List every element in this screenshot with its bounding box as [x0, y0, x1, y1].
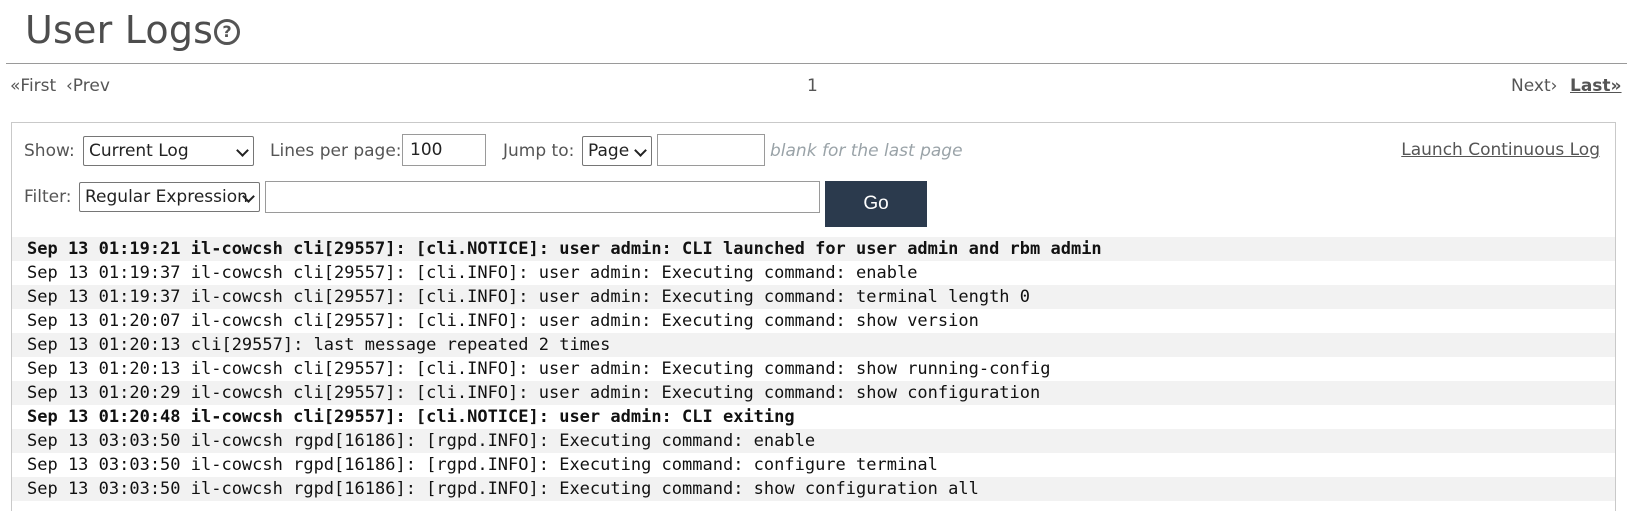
- filter-type-select[interactable]: Regular Expression: [79, 182, 260, 212]
- lines-per-page-input[interactable]: 100: [402, 134, 486, 166]
- pager-first-link[interactable]: «First: [10, 76, 56, 96]
- go-button[interactable]: Go: [825, 181, 927, 227]
- pager-next-link[interactable]: Next›: [1511, 76, 1557, 96]
- log-line: Sep 13 03:03:50 il-cowcsh rgpd[16186]: […: [27, 455, 938, 475]
- chevron-down-icon: [236, 144, 249, 157]
- filter-label: Filter:: [24, 187, 72, 207]
- log-line: Sep 13 01:20:29 il-cowcsh cli[29557]: [c…: [12, 381, 1615, 405]
- log-list: Sep 13 01:19:21 il-cowcsh cli[29557]: [c…: [12, 237, 1615, 501]
- jump-hint: blank for the last page: [770, 141, 963, 161]
- log-line: Sep 13 01:19:21 il-cowcsh cli[29557]: [c…: [12, 237, 1615, 261]
- filter-type-value: Regular Expression: [85, 187, 248, 207]
- page-header: User Logs ?: [6, 0, 1627, 64]
- lines-per-page-label: Lines per page:: [270, 141, 402, 161]
- jump-type-value: Page: [588, 141, 630, 161]
- launch-continuous-log-link[interactable]: Launch Continuous Log: [1401, 140, 1600, 160]
- log-line: Sep 13 03:03:50 il-cowcsh rgpd[16186]: […: [12, 477, 1615, 501]
- log-panel: Show: Current Log Lines per page: 100 Ju…: [11, 122, 1616, 511]
- page-title: User Logs: [25, 8, 214, 52]
- show-label: Show:: [24, 141, 75, 161]
- pager-last[interactable]: Last»: [1570, 76, 1622, 96]
- log-line: Sep 13 01:19:37 il-cowcsh cli[29557]: [c…: [27, 263, 918, 283]
- jump-type-select[interactable]: Page: [582, 136, 652, 166]
- filter-input[interactable]: [265, 181, 820, 213]
- pager-prev[interactable]: ‹Prev: [66, 76, 110, 96]
- pager-prev-link[interactable]: ‹Prev: [66, 76, 110, 96]
- log-line: Sep 13 01:20:48 il-cowcsh cli[29557]: [c…: [27, 407, 795, 427]
- pager-first[interactable]: «First: [10, 76, 56, 96]
- jump-to-input[interactable]: [657, 134, 765, 166]
- jump-to-label: Jump to:: [503, 141, 575, 161]
- pager-last-link[interactable]: Last»: [1570, 76, 1622, 96]
- pager-current-page: 1: [807, 76, 818, 96]
- log-line: Sep 13 01:19:37 il-cowcsh cli[29557]: [c…: [12, 285, 1615, 309]
- log-line: Sep 13 01:20:07 il-cowcsh cli[29557]: [c…: [27, 311, 979, 331]
- log-line: Sep 13 01:20:13 il-cowcsh cli[29557]: [c…: [27, 359, 1051, 379]
- chevron-down-icon: [634, 144, 647, 157]
- question-circle-icon[interactable]: ?: [214, 19, 240, 45]
- show-select-value: Current Log: [89, 141, 189, 161]
- pager-next[interactable]: Next›: [1511, 76, 1557, 96]
- log-line: Sep 13 03:03:50 il-cowcsh rgpd[16186]: […: [12, 429, 1615, 453]
- show-select[interactable]: Current Log: [83, 136, 254, 166]
- log-line: Sep 13 01:20:13 cli[29557]: last message…: [12, 333, 1615, 357]
